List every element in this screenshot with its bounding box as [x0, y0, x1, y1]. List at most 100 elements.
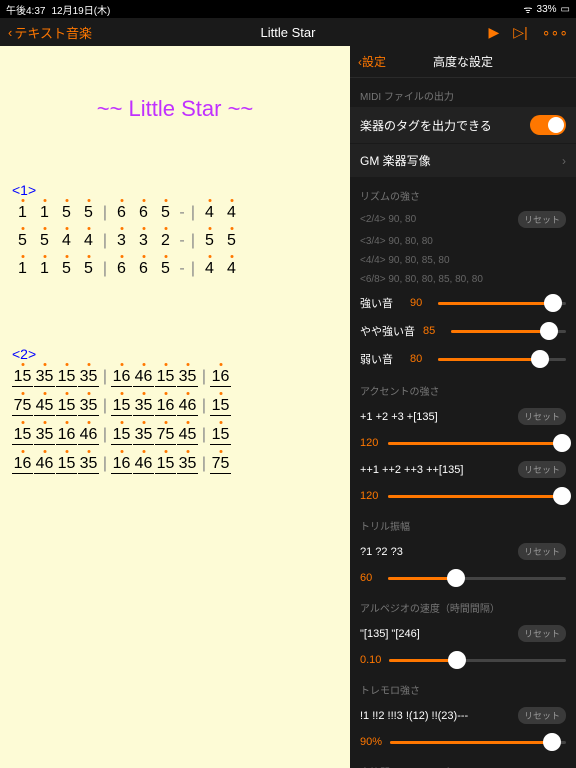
note: 35: [78, 397, 99, 416]
back-button[interactable]: ‹ テキスト音楽: [8, 23, 92, 42]
more-icon[interactable]: ∘∘∘: [542, 24, 568, 41]
status-date: 12月19日(木): [51, 2, 110, 17]
note: 35: [34, 368, 55, 387]
trill-slider[interactable]: 60: [350, 566, 576, 590]
note: 4: [56, 232, 77, 250]
note: 15: [56, 455, 77, 474]
note: 5: [56, 260, 77, 278]
note: |: [100, 260, 110, 278]
note: |: [100, 397, 110, 416]
note: 45: [177, 426, 198, 445]
note: 15: [56, 397, 77, 416]
note: 15: [12, 426, 33, 445]
music-row: 75451535|15351646|15: [12, 397, 338, 416]
settings-header: ‹ 設定 高度な設定: [350, 46, 576, 78]
rhythm-slider[interactable]: 弱い音80: [350, 345, 576, 373]
accent-example-1: +1 +2 +3 +[135] リセット: [350, 402, 576, 431]
settings-back-button[interactable]: ‹ 設定: [358, 53, 386, 70]
reset-button[interactable]: リセット: [518, 707, 566, 724]
battery-icon: ▭: [561, 4, 570, 15]
rhythm-preset: <4/4> 90, 80, 85, 80: [350, 251, 576, 270]
note: 6: [133, 204, 154, 222]
music-sheet[interactable]: ~~ Little Star ~~ <1> 1155|665-|445544|3…: [0, 46, 350, 768]
play-icon[interactable]: ▶: [489, 24, 500, 41]
note: |: [188, 204, 198, 222]
music-row: 1155|665-|44: [12, 204, 338, 222]
note: |: [199, 397, 209, 416]
note: 5: [155, 260, 176, 278]
note: 16: [12, 455, 33, 474]
note: 4: [221, 260, 242, 278]
rhythm-section-label: リズムの強さ: [350, 178, 576, 207]
note: 4: [221, 204, 242, 222]
note: |: [199, 426, 209, 445]
arpeggio-slider[interactable]: 0.10: [350, 648, 576, 672]
accent-slider-1[interactable]: 120: [350, 431, 576, 455]
note: 46: [34, 455, 55, 474]
note: |: [100, 368, 110, 387]
note: 16: [210, 368, 231, 387]
chevron-left-icon: ‹: [8, 25, 12, 40]
music-row: 16461535|16461535|75: [12, 455, 338, 474]
play-next-icon[interactable]: ▷|: [513, 24, 527, 41]
note: |: [188, 260, 198, 278]
note: 5: [12, 232, 33, 250]
note: |: [199, 455, 209, 474]
note: 75: [155, 426, 176, 445]
tremolo-slider[interactable]: 90%: [350, 730, 576, 754]
battery-text: 33%: [537, 4, 557, 15]
reset-button[interactable]: リセット: [518, 211, 566, 228]
settings-back-label: 設定: [362, 53, 386, 70]
settings-panel[interactable]: ‹ 設定 高度な設定 MIDI ファイルの出力 楽器のタグを出力できる GM 楽…: [350, 46, 576, 768]
rhythm-slider[interactable]: 強い音90: [350, 289, 576, 317]
note: 35: [34, 426, 55, 445]
reset-button[interactable]: リセット: [518, 408, 566, 425]
back-label: テキスト音楽: [14, 23, 92, 42]
tag-output-label: 楽器のタグを出力できる: [360, 117, 492, 134]
note: 5: [199, 232, 220, 250]
note: 75: [210, 455, 231, 474]
note: 35: [133, 397, 154, 416]
note: 1: [34, 204, 55, 222]
note: 4: [199, 204, 220, 222]
note: |: [188, 232, 198, 250]
note: 5: [34, 232, 55, 250]
section-1-marker: <1>: [12, 182, 338, 198]
tremolo-example: !1 !!2 !!!3 !(12) !!(23)--- リセット: [350, 701, 576, 730]
wifi-icon: ᯤ: [523, 2, 532, 16]
note: |: [100, 232, 110, 250]
arpeggio-example: "[135] "[246] リセット: [350, 619, 576, 648]
note: 35: [78, 368, 99, 387]
note: 2: [155, 232, 176, 250]
rhythm-slider[interactable]: やや強い音85: [350, 317, 576, 345]
note: 4: [78, 232, 99, 250]
gm-image-label: GM 楽器写像: [360, 152, 431, 169]
gm-image-row[interactable]: GM 楽器写像 ›: [350, 144, 576, 178]
tremolo-section-label: トレモロ強さ: [350, 672, 576, 701]
note: 6: [111, 204, 132, 222]
note: 15: [155, 368, 176, 387]
note: 1: [34, 260, 55, 278]
music-row: 1155|665-|44: [12, 260, 338, 278]
accent-slider-2[interactable]: 120: [350, 484, 576, 508]
note: |: [100, 204, 110, 222]
note: 75: [12, 397, 33, 416]
note: 46: [133, 455, 154, 474]
reset-button[interactable]: リセット: [518, 461, 566, 478]
note: 5: [155, 204, 176, 222]
note: 6: [133, 260, 154, 278]
reset-button[interactable]: リセット: [518, 625, 566, 642]
status-time: 午後4:37: [6, 2, 45, 17]
tag-output-row[interactable]: 楽器のタグを出力できる: [350, 107, 576, 144]
arpeggio-section-label: アルペジオの速度（時間間隔）: [350, 590, 576, 619]
settings-title: 高度な設定: [433, 53, 493, 70]
note: |: [100, 426, 110, 445]
music-row: 15351646|15357545|15: [12, 426, 338, 445]
note: 15: [111, 426, 132, 445]
status-bar: 午後4:37 12月19日(木) ᯤ 33% ▭: [0, 0, 576, 18]
tag-output-toggle[interactable]: [530, 115, 566, 135]
note: 35: [133, 426, 154, 445]
reset-button[interactable]: リセット: [518, 543, 566, 560]
trill-example: ?1 ?2 ?3 リセット: [350, 537, 576, 566]
music-row: 15351535|16461535|16: [12, 368, 338, 387]
